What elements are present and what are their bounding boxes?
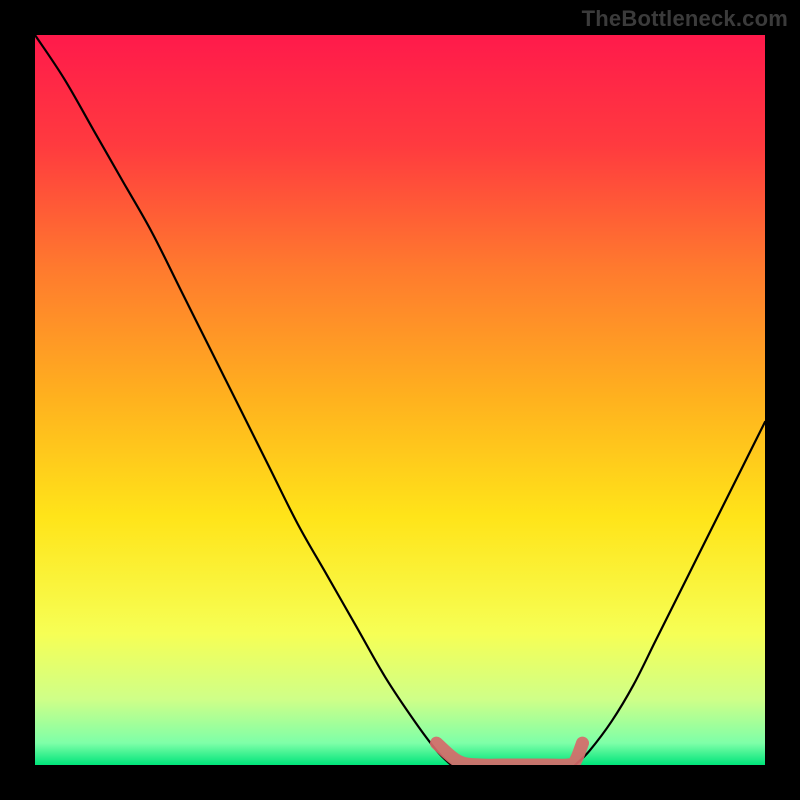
- plot-area: [35, 35, 765, 765]
- watermark-text: TheBottleneck.com: [582, 6, 788, 32]
- plot-svg: [35, 35, 765, 765]
- gradient-rect: [35, 35, 765, 765]
- chart-frame: TheBottleneck.com: [0, 0, 800, 800]
